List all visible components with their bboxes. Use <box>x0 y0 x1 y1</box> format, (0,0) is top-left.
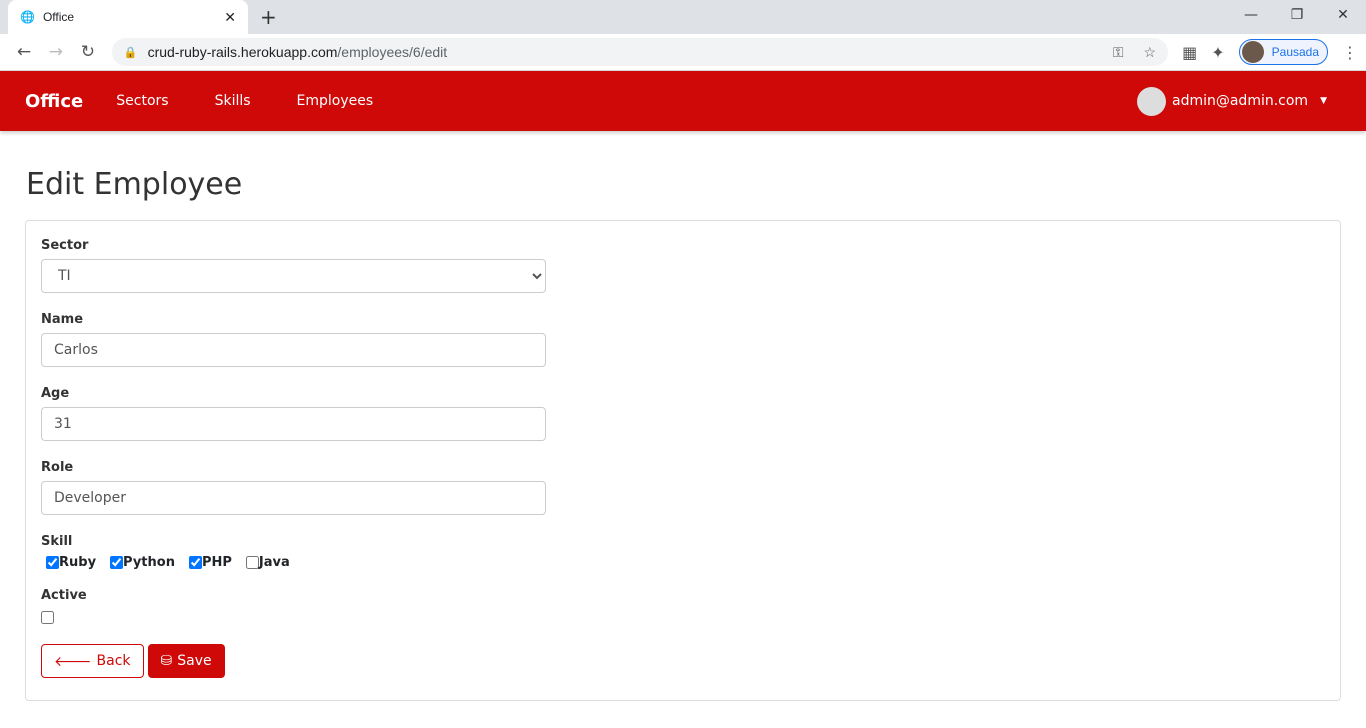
role-input[interactable] <box>41 481 546 515</box>
user-email: admin@admin.com <box>1171 93 1309 109</box>
sector-select[interactable]: TI <box>41 259 546 293</box>
address-bar-row: ← → ↻ 🔒 crud-ruby-rails.herokuapp.com/em… <box>0 34 1366 71</box>
role-label: Role <box>41 460 74 475</box>
caret-down-icon: ▼ <box>1320 96 1327 106</box>
skill-java-label: Java <box>258 555 290 570</box>
nav-skills[interactable]: Skills <box>215 93 251 109</box>
forward-arrow-icon[interactable]: → <box>40 42 72 62</box>
skill-java-checkbox[interactable] <box>245 556 259 569</box>
browser-tab[interactable]: 🌐 Office ✕ <box>8 0 248 34</box>
skill-php-label: PHP <box>201 555 232 570</box>
skill-python-label: Python <box>123 555 175 570</box>
restore-icon[interactable]: ❐ <box>1274 0 1320 30</box>
age-input[interactable] <box>41 407 546 441</box>
skill-ruby-checkbox[interactable] <box>46 556 59 569</box>
skill-php[interactable]: PHP <box>188 555 232 570</box>
user-menu[interactable]: admin@admin.com ▼ <box>1136 86 1327 116</box>
url-path: /employees/6/edit <box>337 44 448 60</box>
page-title: Edit Employee <box>26 167 243 202</box>
lock-icon: 🔒 <box>123 46 138 59</box>
arrow-left-icon: 🡐 <box>54 653 92 670</box>
close-tab-icon[interactable]: ✕ <box>224 9 236 26</box>
active-label: Active <box>41 588 87 603</box>
employee-form: Sector TI Name Age Role Skill Ruby Pytho… <box>25 220 1341 701</box>
tab-title: Office <box>42 10 75 24</box>
age-label: Age <box>41 386 70 401</box>
new-tab-icon[interactable]: + <box>260 5 277 29</box>
skill-ruby-label: Ruby <box>59 555 97 570</box>
navbar: Office Sectors Skills Employees admin@ad… <box>0 71 1366 131</box>
key-icon[interactable]: ⚿ <box>1113 44 1124 61</box>
back-button[interactable]: 🡐 Back <box>41 644 144 678</box>
reload-icon[interactable]: ↻ <box>72 42 104 62</box>
profile-button[interactable]: Pausada <box>1238 39 1329 65</box>
qr-code-icon[interactable]: ▦ <box>1182 43 1197 62</box>
url-host: crud-ruby-rails.herokuapp.com <box>147 44 338 60</box>
skill-checkboxes: Ruby Python PHP Java <box>46 555 1325 570</box>
save-button[interactable]: ⛁ Save <box>147 644 225 678</box>
profile-label: Pausada <box>1271 45 1320 59</box>
menu-dots-icon[interactable]: ⋮ <box>1342 43 1358 62</box>
minimize-icon[interactable]: — <box>1228 0 1274 30</box>
name-label: Name <box>41 312 84 327</box>
url-input[interactable]: 🔒 crud-ruby-rails.herokuapp.com/employee… <box>111 38 1169 66</box>
skill-php-checkbox[interactable] <box>188 556 202 569</box>
avatar <box>1241 41 1264 63</box>
skill-ruby[interactable]: Ruby <box>46 555 96 570</box>
active-checkbox[interactable] <box>41 611 54 624</box>
skill-label: Skill <box>41 534 73 549</box>
brand[interactable]: Office <box>25 91 83 112</box>
nav-employees[interactable]: Employees <box>297 93 374 109</box>
name-input[interactable] <box>41 333 546 367</box>
close-window-icon[interactable]: ✕ <box>1320 0 1366 30</box>
sector-label: Sector <box>41 238 89 253</box>
star-icon[interactable]: ☆ <box>1144 44 1157 61</box>
user-avatar <box>1136 86 1166 116</box>
save-label: Save <box>177 653 212 669</box>
puzzle-icon[interactable]: ✦ <box>1211 43 1224 62</box>
skill-java[interactable]: Java <box>245 555 290 570</box>
back-label: Back <box>96 653 131 669</box>
nav-sectors[interactable]: Sectors <box>116 93 168 109</box>
browser-tab-bar: 🌐 Office ✕ + — ❐ ✕ <box>0 0 1366 34</box>
back-arrow-icon[interactable]: ← <box>8 42 40 62</box>
skill-python[interactable]: Python <box>110 555 175 570</box>
skill-python-checkbox[interactable] <box>110 556 124 569</box>
globe-icon: 🌐 <box>20 10 35 24</box>
hdd-icon: ⛁ <box>160 653 173 669</box>
